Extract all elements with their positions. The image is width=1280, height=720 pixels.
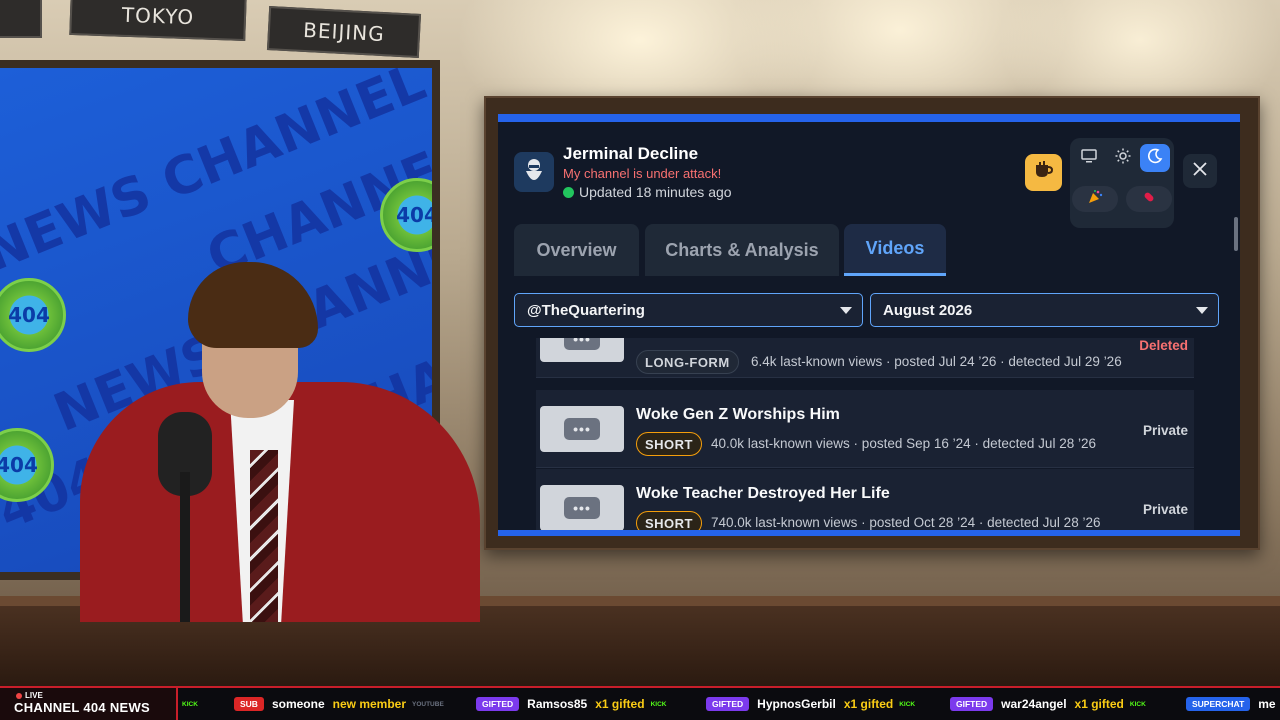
ticker-username: someone <box>271 697 325 711</box>
ticker-source: YOUTUBE <box>412 700 444 708</box>
video-thumbnail: ••• <box>540 406 624 452</box>
channel-404-logo: 404 <box>380 178 432 252</box>
app-header: Jerminal Decline My channel is under att… <box>498 122 1240 228</box>
video-type-badge: SHORT <box>636 432 702 456</box>
celebrate-button[interactable] <box>1072 186 1118 212</box>
ticker-item: GIFTED war24angel x1 gifted KICK <box>950 688 1146 720</box>
thumbnail-placeholder-icon: ••• <box>564 418 600 440</box>
ticker-username: HypnosGerbil <box>757 697 836 711</box>
microphone-stand <box>180 472 190 622</box>
chevron-down-icon <box>1196 307 1208 314</box>
city-sign <box>0 0 42 38</box>
anchor-hair <box>188 262 318 348</box>
city-sign-tokyo: TOKYO <box>69 0 247 42</box>
thumbnail-placeholder-icon: ••• <box>564 338 600 350</box>
video-type-badge: SHORT <box>636 511 702 530</box>
theme-dark-button[interactable] <box>1140 144 1170 172</box>
news-anchor <box>80 262 500 622</box>
ticker-username: war24angel <box>1001 697 1067 711</box>
ticker-tag: GIFTED <box>476 697 520 711</box>
tab-overview[interactable]: Overview <box>514 224 639 276</box>
video-row[interactable]: ••• Woke Gen Z Worships Him SHORT 40.0k … <box>536 390 1194 468</box>
ticker-item: SUB someone new member YOUTUBE <box>234 688 444 720</box>
pill-icon <box>1141 189 1157 210</box>
tab-charts-analysis[interactable]: Charts & Analysis <box>645 224 839 276</box>
ticker-action: new member <box>332 697 406 711</box>
ticker-username: me <box>1258 697 1276 711</box>
video-thumbnail: ••• <box>540 485 624 530</box>
tracker-app-window: Jerminal Decline My channel is under att… <box>498 114 1240 536</box>
theme-light-button[interactable] <box>1108 144 1138 172</box>
video-status: Deleted <box>1139 338 1188 353</box>
video-status: Private <box>1142 502 1188 517</box>
thumbnail-placeholder-icon: ••• <box>564 497 600 519</box>
moon-icon <box>1147 148 1163 169</box>
ticker-source: KICK <box>1129 700 1146 708</box>
video-meta: 40.0k last-known views · posted Sep 16 ’… <box>711 436 1096 451</box>
ticker-tag: GIFTED <box>706 697 750 711</box>
ticker-tag: SUPERCHAT <box>1186 697 1251 711</box>
alert-subtitle: My channel is under attack! <box>563 166 722 181</box>
video-status: Private <box>1142 423 1188 438</box>
ticker-action: x1 gifted <box>843 697 894 711</box>
pill-button[interactable] <box>1126 186 1172 212</box>
ticker-source: KICK <box>899 700 916 708</box>
channel-logo-icon <box>514 152 554 192</box>
month-select[interactable]: August 2026 <box>870 293 1219 327</box>
video-title: Woke Teacher Destroyed Her Life <box>636 485 890 502</box>
live-label: LIVE <box>25 691 43 700</box>
ticker-action: x1 gifted <box>595 697 645 711</box>
live-indicator: LIVE <box>16 691 43 700</box>
live-dot-icon <box>16 692 22 699</box>
x-social-button[interactable] <box>1183 154 1217 188</box>
city-sign-beijing: BEIJING <box>266 6 422 58</box>
video-thumbnail: ••• <box>540 338 624 362</box>
update-status-text: Updated 18 minutes ago <box>579 184 732 200</box>
video-type-badge: LONG-FORM <box>636 350 739 374</box>
scrollbar-thumb[interactable] <box>1234 217 1238 251</box>
video-row[interactable]: ••• LONG-FORM 6.4k last-known views · po… <box>536 338 1194 378</box>
anchor-tie <box>250 450 278 622</box>
sun-icon <box>1115 148 1131 169</box>
video-title: Woke Gen Z Worships Him <box>636 406 840 423</box>
update-status: Updated 18 minutes ago <box>563 184 732 200</box>
theme-system-button[interactable] <box>1074 144 1104 172</box>
news-ticker: LIVE CHANNEL 404 NEWS KICK SUB someone n… <box>0 686 1280 720</box>
ticker-source: KICK <box>650 700 667 708</box>
ticker-item: SUPERCHAT me <box>1186 688 1280 720</box>
coffee-button[interactable] <box>1025 154 1062 191</box>
monitor-icon <box>1081 148 1097 168</box>
channel-name: CHANNEL 404 NEWS <box>14 700 151 715</box>
video-meta: 740.0k last-known views · posted Oct 28 … <box>711 515 1101 530</box>
channel-select-value: @TheQuartering <box>527 301 645 319</box>
ticker-tag: GIFTED <box>950 697 994 711</box>
party-popper-icon <box>1087 189 1103 210</box>
ticker-tag: SUB <box>234 697 264 711</box>
ticker-item: GIFTED HypnosGerbil x1 gifted KICK <box>706 688 915 720</box>
month-select-value: August 2026 <box>883 301 973 319</box>
video-row[interactable]: ••• Woke Teacher Destroyed Her Life SHOR… <box>536 469 1194 530</box>
ticker-username: Ramsos85 <box>527 697 588 711</box>
video-meta: 6.4k last-known views · posted Jul 24 ’2… <box>751 354 1122 369</box>
coffee-icon <box>1034 161 1054 184</box>
chevron-down-icon <box>840 307 852 314</box>
channel-select[interactable]: @TheQuartering <box>514 293 863 327</box>
app-title: Jerminal Decline <box>563 144 699 163</box>
channel-404-logo: 404 <box>0 278 66 352</box>
live-channel-box: LIVE CHANNEL 404 NEWS <box>0 688 178 720</box>
x-logo-icon <box>1192 161 1208 182</box>
ticker-item: KICK <box>182 688 198 720</box>
ticker-source: KICK <box>182 700 198 708</box>
theme-toolbar <box>1070 138 1174 228</box>
ticker-action: x1 gifted <box>1074 697 1124 711</box>
video-list: ••• LONG-FORM 6.4k last-known views · po… <box>498 338 1240 530</box>
online-status-dot <box>563 186 574 198</box>
tab-videos[interactable]: Videos <box>844 224 946 276</box>
ticker-item: GIFTED Ramsos85 x1 gifted KICK <box>476 688 666 720</box>
